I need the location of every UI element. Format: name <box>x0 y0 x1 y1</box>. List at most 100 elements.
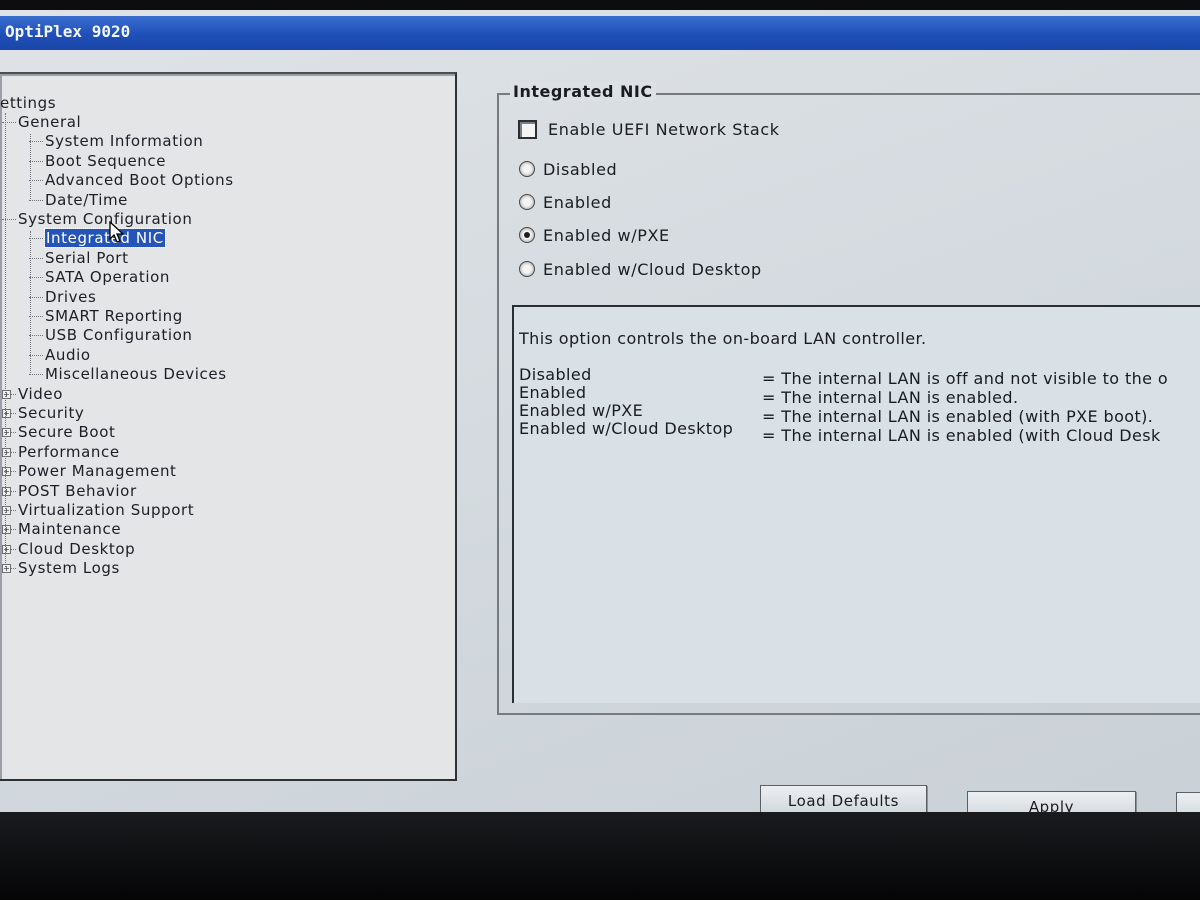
tree-connector <box>29 277 43 279</box>
tree-connector <box>30 231 31 376</box>
tree-item-integrated-nic[interactable]: Integrated NIC <box>44 228 166 249</box>
tree-item-sata-operation[interactable]: SATA Operation <box>45 268 170 286</box>
monitor-bezel <box>0 812 1200 900</box>
tree-connector <box>29 238 43 240</box>
help-term: Disabled <box>519 365 592 384</box>
tree-item-label: Integrated NIC <box>44 228 166 249</box>
radio-button[interactable] <box>519 194 535 210</box>
tree-item-miscellaneous-devices[interactable]: Miscellaneous Devices <box>45 365 227 383</box>
help-text-box: This option controls the on-board LAN co… <box>512 305 1200 703</box>
tree-item-boot-sequence[interactable]: Boot Sequence <box>45 152 166 170</box>
tree-item-label: SMART Reporting <box>45 307 183 325</box>
help-intro: This option controls the on-board LAN co… <box>519 329 927 348</box>
expand-icon[interactable]: + <box>2 467 11 477</box>
tree-item-security[interactable]: Security <box>18 404 84 422</box>
tree-item-power-management[interactable]: Power Management <box>18 462 177 480</box>
tree-item-virtualization-support[interactable]: Virtualization Support <box>18 501 194 519</box>
tree-item-usb-configuration[interactable]: USB Configuration <box>45 326 193 344</box>
help-term: Enabled w/PXE <box>519 401 644 420</box>
tree-connector <box>5 113 6 568</box>
tree-connector <box>29 335 43 337</box>
tree-item-label: Maintenance <box>18 520 122 539</box>
radio-label[interactable]: Enabled <box>543 193 612 212</box>
tree-item-label: SATA Operation <box>45 268 170 287</box>
tree-item-label: General <box>18 113 82 131</box>
tree-item-general[interactable]: General <box>18 113 81 131</box>
tree-item-label: System Logs <box>18 559 120 578</box>
tree-item-label: System Configuration <box>18 210 193 228</box>
tree-item-label: System Information <box>45 132 204 151</box>
tree-item-label: Advanced Boot Options <box>45 171 234 190</box>
tree-connector <box>29 296 43 298</box>
tree-item-label: Video <box>18 384 64 403</box>
tree-item-date-time[interactable]: Date/Time <box>45 191 128 209</box>
tree-item-video[interactable]: Video <box>18 385 63 403</box>
tree-item-system-logs[interactable]: System Logs <box>18 559 120 577</box>
tree-item-system-information[interactable]: System Information <box>45 132 203 150</box>
expand-icon[interactable]: + <box>2 409 11 418</box>
tree-connector <box>29 160 43 162</box>
tree-item-label: Date/Time <box>45 190 129 209</box>
tree-connector <box>29 374 43 376</box>
radio-button[interactable] <box>519 161 535 177</box>
radio-button[interactable] <box>519 227 535 243</box>
expand-icon[interactable]: + <box>2 525 11 535</box>
tree-root-label[interactable]: ettings <box>0 94 56 112</box>
expand-icon[interactable]: + <box>2 544 11 554</box>
tree-connector <box>29 316 43 317</box>
tree-item-performance[interactable]: Performance <box>18 443 120 461</box>
expand-icon[interactable]: + <box>2 506 11 515</box>
tree-item-label: USB Configuration <box>45 326 193 345</box>
tree-connector <box>30 134 31 201</box>
title-bar: OptiPlex 9020 <box>0 16 1200 50</box>
tree-item-label: Miscellaneous Devices <box>45 365 227 384</box>
help-description: = The internal LAN is enabled (with PXE … <box>762 407 1154 426</box>
tree-connector <box>29 199 43 201</box>
help-term: Enabled <box>519 383 587 402</box>
tree-item-label: Secure Boot <box>18 423 116 442</box>
expand-icon[interactable]: + <box>2 428 11 438</box>
tree-connector <box>29 354 43 356</box>
tree-connector <box>29 141 43 143</box>
tree-item-label: Drives <box>45 287 97 306</box>
tree-item-label: Audio <box>45 345 91 364</box>
tree-item-label: Virtualization Support <box>18 501 195 519</box>
radio-button[interactable] <box>519 261 535 277</box>
expand-icon[interactable]: + <box>2 447 11 457</box>
tree-item-label: Security <box>18 404 85 422</box>
tree-item-cloud-desktop[interactable]: Cloud Desktop <box>18 540 135 558</box>
tree-item-maintenance[interactable]: Maintenance <box>18 520 121 538</box>
radio-label[interactable]: Disabled <box>543 160 617 179</box>
tree-item-advanced-boot-options[interactable]: Advanced Boot Options <box>45 171 234 189</box>
tree-connector <box>29 180 43 182</box>
expand-icon[interactable]: + <box>2 389 11 399</box>
help-term: Enabled w/Cloud Desktop <box>519 419 734 438</box>
mouse-pointer-icon <box>109 220 125 248</box>
settings-tree[interactable]: ettings General System Information Boot Seq… <box>0 72 457 781</box>
tree-item-system-configuration[interactable]: System Configuration <box>18 210 192 228</box>
panel-title: Integrated NIC <box>510 82 656 101</box>
radio-label[interactable]: Enabled w/PXE <box>543 226 670 245</box>
tree-item-post-behavior[interactable]: POST Behavior <box>18 482 137 500</box>
tree-item-label: POST Behavior <box>18 481 137 500</box>
expand-icon[interactable]: + <box>2 564 11 574</box>
tree-item-label: Boot Sequence <box>45 151 167 170</box>
uefi-network-stack-label[interactable]: Enable UEFI Network Stack <box>548 120 780 139</box>
tree-item-label: Serial Port <box>45 248 129 267</box>
tree-item-label: Cloud Desktop <box>18 539 136 558</box>
radio-label[interactable]: Enabled w/Cloud Desktop <box>543 260 762 279</box>
uefi-network-stack-checkbox[interactable] <box>518 120 537 139</box>
expand-icon[interactable]: + <box>2 486 11 496</box>
window-title: OptiPlex 9020 <box>5 22 131 41</box>
help-description: = The internal LAN is off and not visibl… <box>762 369 1169 388</box>
tree-item-label: Power Management <box>18 462 177 481</box>
tree-connector <box>29 257 43 259</box>
tree-item-label: Performance <box>18 442 120 461</box>
tree-item-smart-reporting[interactable]: SMART Reporting <box>45 307 183 325</box>
tree-item-secure-boot[interactable]: Secure Boot <box>18 423 115 441</box>
tree-item-audio[interactable]: Audio <box>45 346 91 364</box>
help-description: = The internal LAN is enabled (with Clou… <box>762 426 1161 445</box>
tree-item-serial-port[interactable]: Serial Port <box>45 249 129 267</box>
help-description: = The internal LAN is enabled. <box>762 388 1019 407</box>
tree-item-drives[interactable]: Drives <box>45 288 96 306</box>
